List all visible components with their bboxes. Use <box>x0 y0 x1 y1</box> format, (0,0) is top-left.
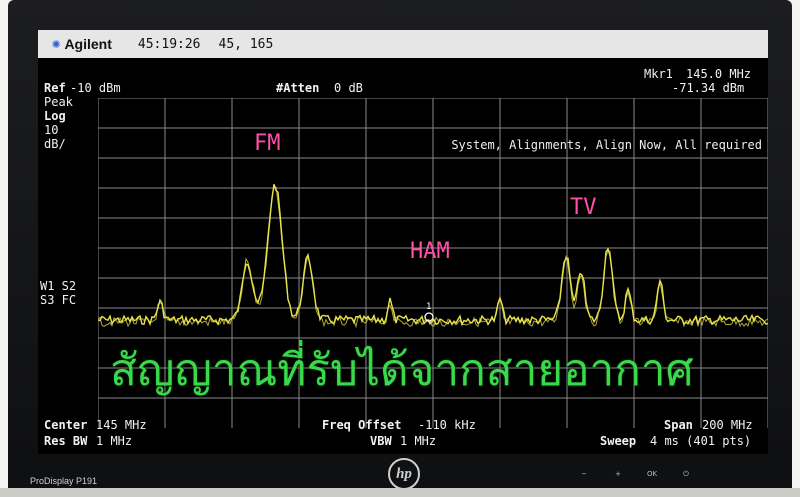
agilent-starburst-icon: ✺ <box>52 36 61 52</box>
center-label: Center <box>44 418 88 432</box>
scale-div-value: 10 <box>44 123 59 137</box>
sweep-value: 4 ms (401 pts) <box>650 434 752 448</box>
freq-offset-label: Freq Offset <box>322 418 402 432</box>
atten-label: #Atten <box>276 81 320 95</box>
ham-annotation: HAM <box>410 239 450 264</box>
trace-indicator-2: S3 FC <box>40 293 77 307</box>
res-bw-label: Res BW <box>44 434 88 448</box>
coords-readout: 45, 165 <box>218 36 274 52</box>
fm-annotation: FM <box>254 131 281 156</box>
analyzer-screen: ✺ Agilent 45:19:26 45, 165 Ref -10 dBm #… <box>38 30 768 454</box>
marker-freq: 145.0 MHz <box>686 67 752 81</box>
ref-value: -10 dBm <box>70 81 121 95</box>
hp-logo: hp <box>388 458 420 490</box>
vbw-label: VBW <box>370 434 392 448</box>
tv-annotation: TV <box>570 195 597 220</box>
marker-1: 1 <box>424 302 434 322</box>
monitor-minus-button[interactable]: − <box>578 470 590 479</box>
sweep-label: Sweep <box>600 434 637 448</box>
vbw-value: 1 MHz <box>400 434 437 448</box>
title-bar: ✺ Agilent 45:19:26 45, 165 <box>38 30 768 58</box>
detector-mode: Peak <box>44 95 73 109</box>
marker-label: Mkr1 <box>644 67 673 81</box>
monitor-bezel: ✺ Agilent 45:19:26 45, 165 Ref -10 dBm #… <box>8 0 792 497</box>
atten-value: 0 dB <box>334 81 363 95</box>
scale-type: Log <box>44 109 66 123</box>
center-value: 145 MHz <box>96 418 147 432</box>
brand-name: Agilent <box>64 36 112 52</box>
svg-text:1: 1 <box>426 302 431 312</box>
monitor-plus-button[interactable]: + <box>612 470 624 479</box>
ref-label: Ref <box>44 81 66 95</box>
monitor-button-row: − + OK ⏻ <box>578 470 692 479</box>
scale-div-unit: dB/ <box>44 137 66 151</box>
desk-surface <box>0 488 800 497</box>
monitor-model-label: ProDisplay P191 <box>30 476 98 486</box>
trace-indicator-1: W1 S2 <box>40 279 77 293</box>
monitor-ok-button[interactable]: OK <box>646 470 658 479</box>
res-bw-value: 1 MHz <box>96 434 133 448</box>
alignment-status-message: System, Alignments, Align Now, All requi… <box>451 138 762 152</box>
thai-caption: สัญญาณที่รับได้จากสายอากาศ <box>110 345 694 396</box>
span-value: 200 MHz <box>702 418 753 432</box>
span-label: Span <box>664 418 693 432</box>
power-icon[interactable]: ⏻ <box>680 470 692 479</box>
clock-readout: 45:19:26 <box>137 36 201 52</box>
marker-level: -71.34 dBm <box>672 81 745 95</box>
freq-offset-value: -110 kHz <box>418 418 476 432</box>
